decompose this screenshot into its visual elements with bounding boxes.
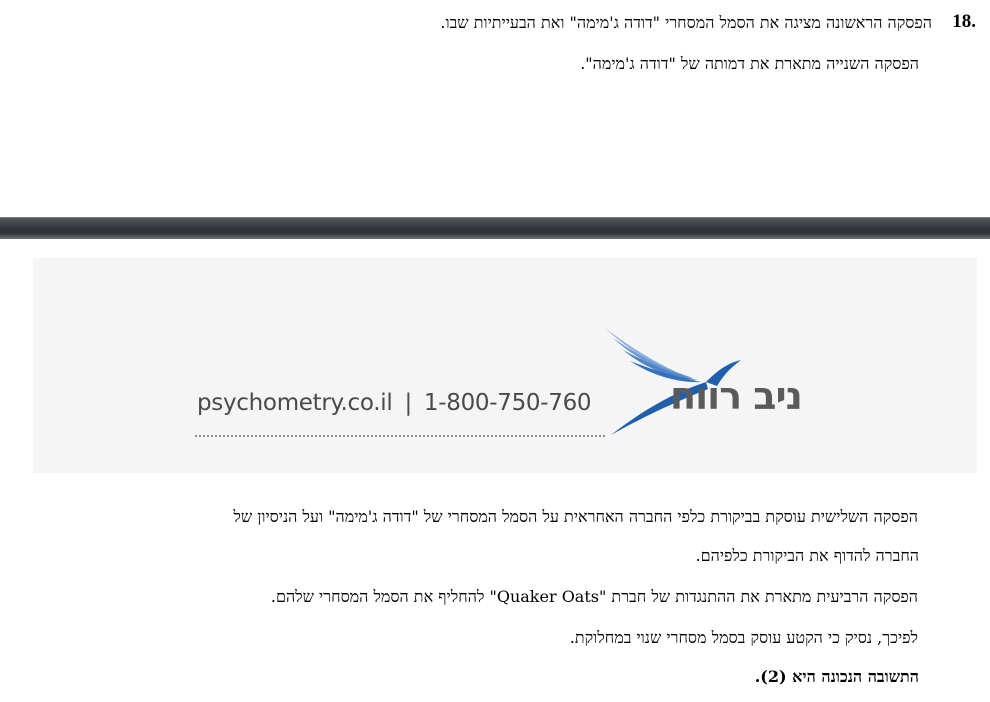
paragraph-line-1: הפסקה הראשונה מציגה את הסמל המסחרי "דודה… (440, 13, 932, 32)
promo-banner: psychometry.co.il | 1-800-750-760 ניב רווח (33, 258, 977, 473)
paragraph-line-5: הפסקה הרביעית מתארת את ההתנגדות של חברת … (270, 587, 918, 606)
question-number: 18. (952, 11, 976, 32)
paragraph-line-2: הפסקה השנייה מתארת את דמותה של "דודה ג'מ… (580, 54, 919, 73)
website-text: psychometry.co.il (197, 390, 393, 416)
contact-separator: | (404, 390, 412, 416)
phone-number: 1-800-750-760 (423, 390, 592, 416)
brand-name: ניב רווח (670, 374, 803, 418)
bird-logo-icon (605, 328, 741, 435)
paragraph-line-6: לפיכך, נסיק כי הקטע עוסק בסמל מסחרי שנוי… (569, 628, 918, 647)
contact-line: psychometry.co.il | 1-800-750-760 (197, 390, 592, 416)
dotted-underline (195, 435, 605, 437)
paragraph-line-4: החברה להדוף את הביקורת כלפיהם. (695, 546, 919, 565)
page-divider (0, 217, 990, 239)
paragraph-line-3: הפסקה השלישית עוסקת בביקורת כלפי החברה ה… (233, 507, 918, 526)
correct-answer: התשובה הנכונה היא (2). (754, 667, 919, 686)
